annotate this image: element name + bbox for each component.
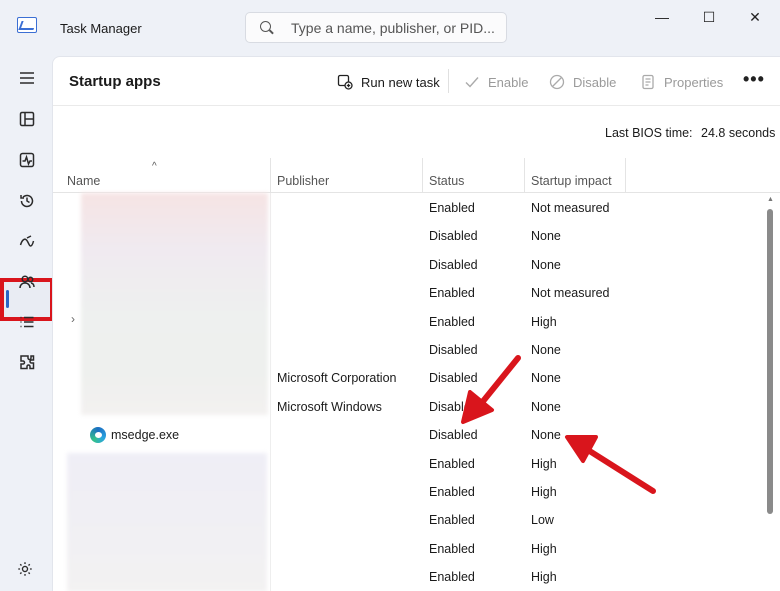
table-row[interactable]: Microsoft Corporation Disabled None (53, 364, 765, 392)
column-separator[interactable] (422, 158, 423, 192)
column-header-name[interactable]: Name (67, 174, 100, 188)
startup-impact-cell: Low (531, 513, 554, 528)
title-bar: Task Manager — ☐ ✕ (0, 0, 780, 56)
status-cell: Disabled (429, 257, 478, 272)
status-cell: Enabled (429, 541, 475, 556)
publisher-cell: Microsoft Corporation (277, 371, 397, 386)
search-icon (260, 21, 271, 32)
column-header-status[interactable]: Status (429, 174, 464, 188)
bios-value: 24.8 seconds (701, 126, 776, 140)
details-icon[interactable] (6, 304, 48, 340)
disable-label: Disable (573, 74, 617, 90)
startup-impact-cell: None (531, 399, 561, 414)
minimize-button[interactable]: — (639, 4, 685, 30)
column-separator[interactable] (625, 158, 626, 192)
table-row[interactable]: Enabled High (53, 478, 765, 506)
startup-impact-cell: None (531, 428, 561, 443)
sort-ascending-icon: ^ (152, 161, 157, 172)
more-options-button[interactable]: ••• (743, 69, 765, 90)
table-row[interactable]: Enabled Not measured (53, 194, 765, 222)
services-icon[interactable] (6, 344, 48, 380)
startup-impact-cell: High (531, 541, 557, 556)
scroll-up-arrow-icon[interactable]: ▲ (767, 196, 774, 203)
status-cell: Enabled (429, 485, 475, 499)
startup-impact-cell: None (531, 371, 561, 386)
table-row[interactable]: Microsoft Windows Disable None (53, 393, 765, 421)
properties-button[interactable]: Properties (640, 71, 723, 93)
table-row[interactable]: msedge.exe Disabled None (53, 421, 765, 449)
maximize-button[interactable]: ☐ (686, 4, 732, 30)
startup-impact-cell: Not measured (531, 201, 610, 215)
status-cell: Enabled (429, 456, 475, 471)
status-cell: Enabled (429, 201, 475, 215)
status-cell: Disabled (429, 229, 478, 244)
run-new-task-label: Run new task (361, 74, 440, 90)
enable-label: Enable (488, 74, 529, 90)
sidebar (0, 56, 54, 591)
startup-impact-cell: High (531, 314, 557, 329)
bios-label: Last BIOS time: (605, 126, 693, 140)
startup-impact-cell: Not measured (531, 286, 610, 301)
status-cell: Enabled (429, 513, 475, 528)
hamburger-menu-icon[interactable] (6, 60, 48, 96)
table-row[interactable]: Enabled High (53, 535, 765, 563)
edge-icon (90, 427, 106, 443)
status-cell: Disabled (429, 428, 478, 443)
window-title: Task Manager (60, 21, 142, 36)
startup-impact-cell: High (531, 570, 557, 585)
properties-label: Properties (664, 74, 724, 90)
startup-impact-cell: High (531, 485, 557, 499)
performance-icon[interactable] (6, 142, 48, 178)
status-cell: Enabled (429, 314, 475, 329)
startup-impact-cell: None (531, 257, 561, 272)
table-row[interactable]: Enabled Low (53, 506, 765, 534)
main-panel: Startup apps Run new task Enable Disable… (52, 56, 780, 591)
table-row[interactable]: Enabled Not measured (53, 279, 765, 307)
toolbar-separator (448, 69, 449, 93)
run-new-task-button[interactable]: Run new task (337, 71, 440, 93)
disable-icon (549, 74, 565, 90)
users-icon[interactable] (6, 264, 48, 300)
status-cell: Disabled (429, 371, 478, 386)
search-box[interactable] (245, 12, 507, 43)
enable-button[interactable]: Enable (464, 71, 528, 93)
status-cell: Disabled (429, 343, 478, 357)
column-header-startup-impact[interactable]: Startup impact (531, 174, 612, 188)
app-history-icon[interactable] (6, 183, 48, 219)
table-row[interactable]: Disabled None (53, 336, 765, 364)
table-row[interactable]: Disabled None (53, 222, 765, 250)
status-cell: Enabled (429, 286, 475, 301)
startup-apps-icon[interactable] (6, 224, 48, 260)
startup-impact-cell: None (531, 229, 561, 244)
startup-impact-cell: High (531, 456, 557, 471)
disable-button[interactable]: Disable (549, 71, 616, 93)
table-row[interactable]: Enabled High (53, 450, 765, 478)
column-separator[interactable] (270, 158, 271, 192)
task-manager-icon (17, 17, 37, 33)
status-cell: Disable (429, 399, 471, 414)
page-title: Startup apps (69, 73, 161, 90)
run-task-icon (337, 74, 353, 90)
bios-time: Last BIOS time: 24.8 seconds (605, 126, 775, 140)
gear-icon[interactable] (16, 560, 36, 580)
toolbar-divider (53, 105, 780, 106)
app-name-cell: msedge.exe (111, 428, 180, 443)
table-row[interactable]: Enabled High (53, 563, 765, 591)
column-header-publisher[interactable]: Publisher (277, 174, 329, 188)
properties-icon (642, 74, 654, 90)
processes-icon[interactable] (6, 101, 48, 137)
search-input[interactable] (291, 13, 501, 42)
scrollbar-thumb[interactable] (767, 209, 773, 514)
table-row[interactable]: Disabled None (53, 251, 765, 279)
table-row[interactable]: Enabled High (53, 308, 765, 336)
startup-impact-cell: None (531, 343, 561, 357)
status-cell: Enabled (429, 570, 475, 585)
column-separator[interactable] (524, 158, 525, 192)
publisher-cell: Microsoft Windows (277, 399, 382, 414)
checkmark-icon (465, 77, 479, 88)
close-button[interactable]: ✕ (732, 4, 778, 30)
